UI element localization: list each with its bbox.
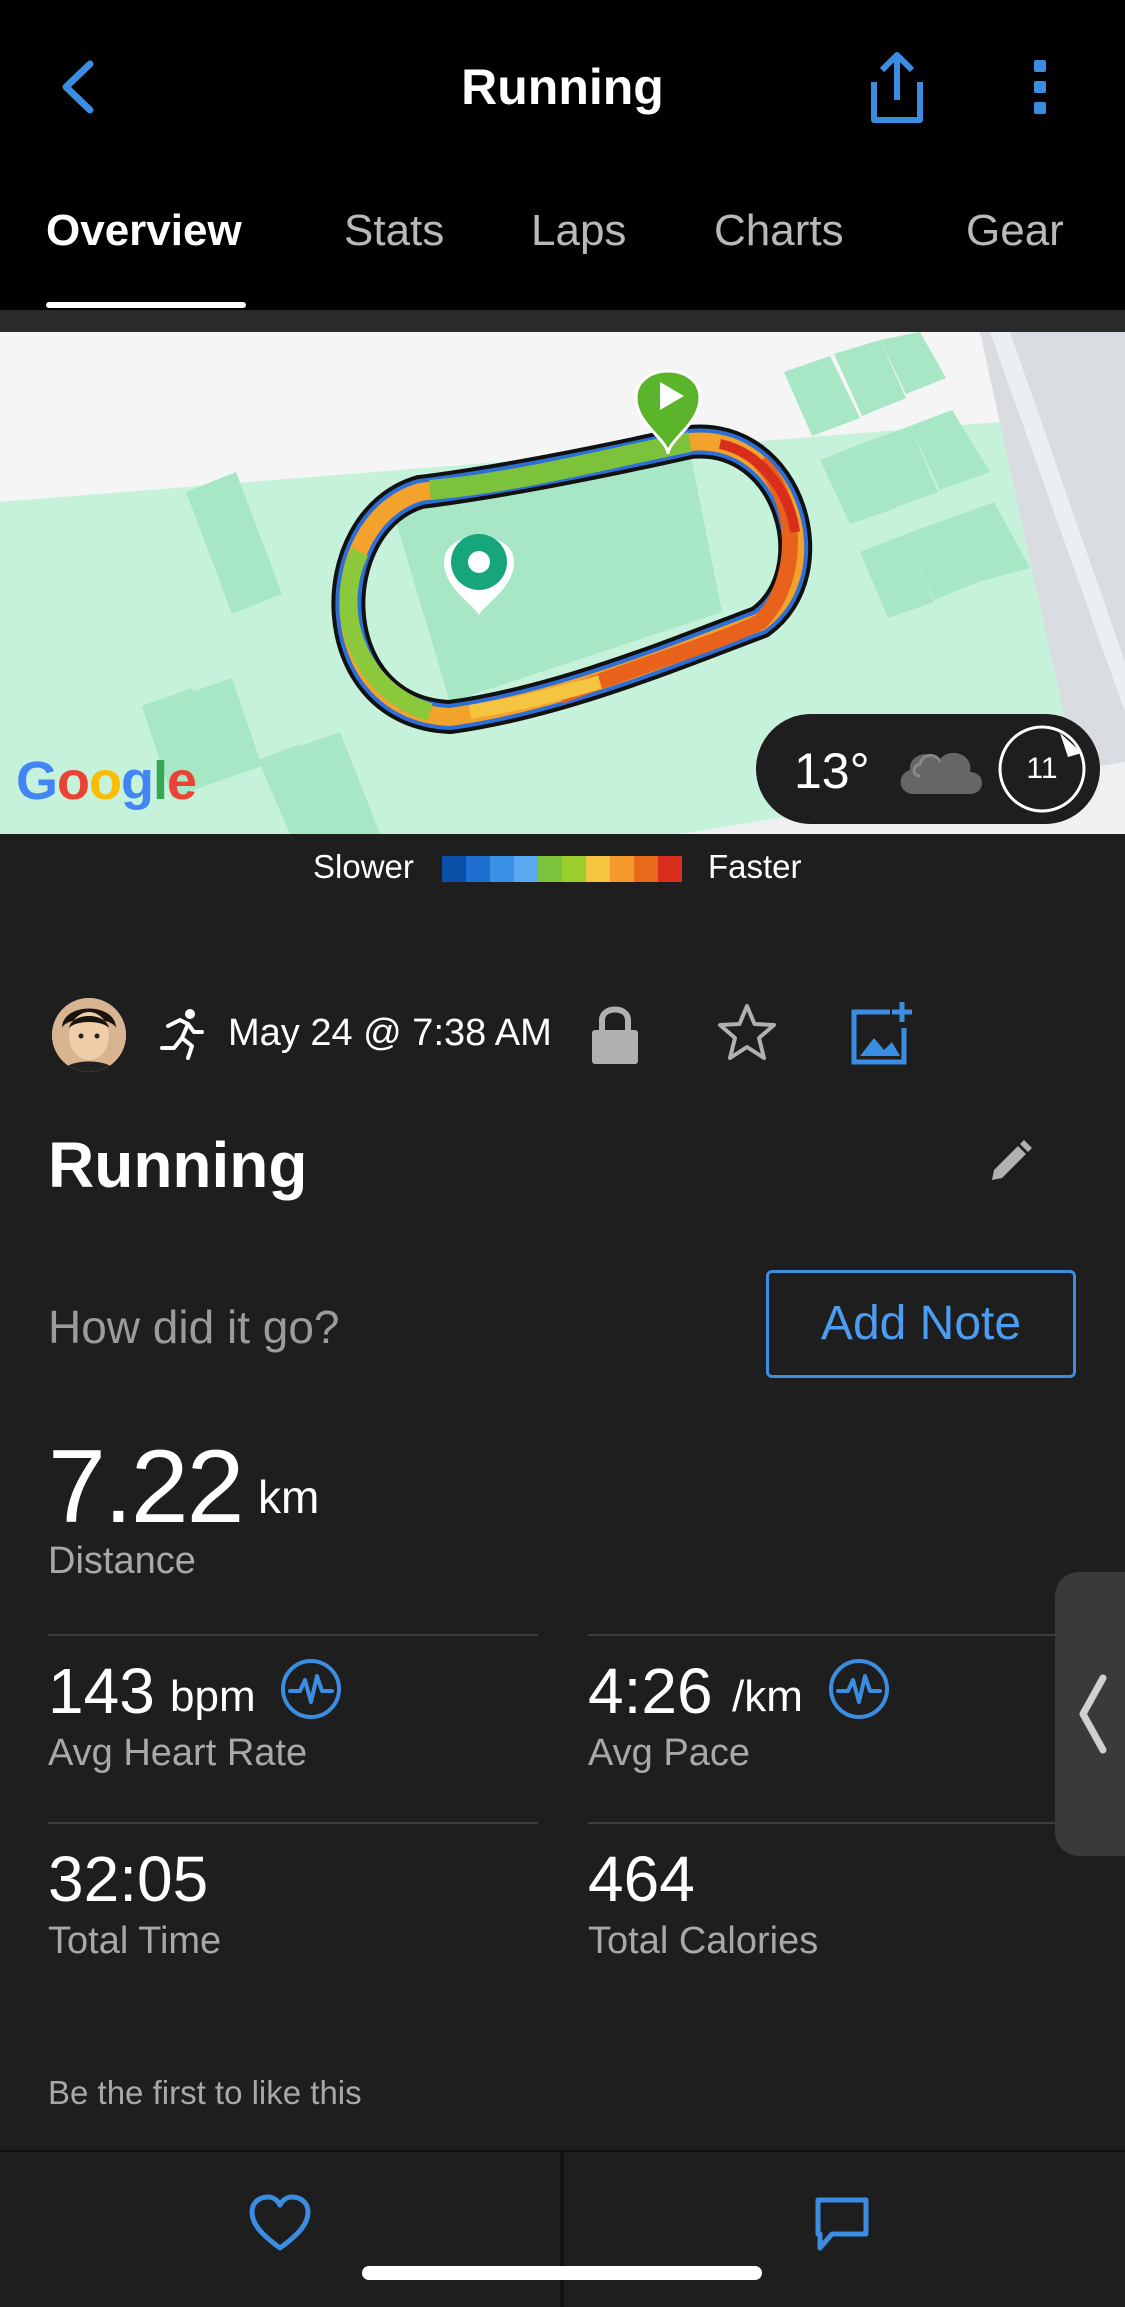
legend-faster-label: Faster <box>708 848 802 885</box>
like-button[interactable] <box>0 2152 560 2282</box>
bottom-action-bar <box>0 2150 1125 2307</box>
legend-color-segment <box>610 856 634 882</box>
avg-heart-rate-value: 143 <box>48 1655 155 1727</box>
avg-pace-unit: /km <box>732 1672 803 1721</box>
tab-charts[interactable]: Charts <box>714 206 844 256</box>
lock-icon[interactable] <box>588 1002 642 1066</box>
distance-unit: km <box>258 1471 320 1523</box>
page-title: Running <box>461 59 664 115</box>
wind-value: 11 <box>1026 752 1058 785</box>
stats-divider <box>588 1822 1058 1824</box>
legend-color-segment <box>466 856 490 882</box>
heart-rate-zone-icon[interactable] <box>280 1658 342 1720</box>
tab-gear[interactable]: Gear <box>966 206 1064 256</box>
header-divider <box>0 310 1125 332</box>
stats-divider <box>588 1634 1058 1636</box>
avg-pace-label: Avg Pace <box>588 1732 750 1774</box>
legend-color-segment <box>514 856 538 882</box>
legend-color-segment <box>634 856 658 882</box>
star-icon[interactable] <box>716 1002 778 1064</box>
avg-heart-rate-label: Avg Heart Rate <box>48 1732 308 1774</box>
chevron-left-icon <box>1079 1674 1107 1754</box>
add-note-button[interactable]: Add Note <box>766 1270 1076 1378</box>
active-tab-indicator <box>46 302 246 308</box>
legend-color-segment <box>442 856 466 882</box>
route-map[interactable]: Google 13° 11 <box>0 332 1125 834</box>
distance-value: 7.22 <box>48 1429 244 1545</box>
pace-legend: Slower Faster <box>0 848 1125 888</box>
more-options-button[interactable] <box>1020 52 1060 122</box>
tab-overview[interactable]: Overview <box>46 206 242 256</box>
add-photo-icon[interactable] <box>850 1000 914 1066</box>
pace-zone-icon[interactable] <box>828 1658 890 1720</box>
running-icon <box>160 1009 204 1060</box>
legend-color-segment <box>538 856 562 882</box>
avg-pace-value: 4:26 <box>588 1655 713 1727</box>
comment-icon <box>815 2197 869 2251</box>
avatar-image <box>52 998 126 1072</box>
temperature-value: 13° <box>794 743 870 799</box>
cloud-icon <box>900 752 982 794</box>
total-calories-label: Total Calories <box>588 1920 819 1962</box>
heart-icon <box>249 2194 311 2251</box>
google-logo: Google <box>16 751 197 811</box>
activity-title: Running <box>48 1129 308 1201</box>
pencil-icon[interactable] <box>988 1140 1032 1184</box>
share-button[interactable] <box>862 48 932 128</box>
total-time-value: 32:05 <box>48 1843 209 1915</box>
legend-slower-label: Slower <box>313 848 414 885</box>
weather-badge[interactable]: 13° 11 <box>756 714 1100 824</box>
home-indicator <box>362 2266 762 2280</box>
legend-color-segment <box>490 856 514 882</box>
tab-stats[interactable]: Stats <box>344 206 444 256</box>
comment-button[interactable] <box>564 2152 1125 2282</box>
side-panel-handle[interactable] <box>1055 1572 1125 1856</box>
stats-divider <box>48 1822 538 1824</box>
legend-color-scale <box>442 856 682 882</box>
distance-label: Distance <box>48 1540 196 1582</box>
total-time-label: Total Time <box>48 1920 222 1962</box>
stats-divider <box>48 1634 538 1636</box>
activity-date: May 24 @ 7:38 AM <box>228 1012 552 1054</box>
more-vertical-icon <box>1034 60 1046 114</box>
share-icon <box>871 52 923 123</box>
legend-color-segment <box>658 856 682 882</box>
total-calories-value: 464 <box>588 1843 695 1915</box>
likes-text: Be the first to like this <box>48 2074 362 2111</box>
tab-bar: Overview Stats Laps Charts Gear <box>0 190 1125 310</box>
avatar[interactable] <box>52 998 126 1072</box>
activity-meta-row: May 24 @ 7:38 AM <box>0 990 1125 1080</box>
legend-color-segment <box>562 856 586 882</box>
app-header: Running Overview Stats Laps Charts Gear <box>0 0 1125 310</box>
tab-laps[interactable]: Laps <box>531 206 626 256</box>
note-prompt: How did it go? <box>48 1301 340 1353</box>
avg-heart-rate-unit: bpm <box>170 1672 256 1721</box>
legend-color-segment <box>586 856 610 882</box>
